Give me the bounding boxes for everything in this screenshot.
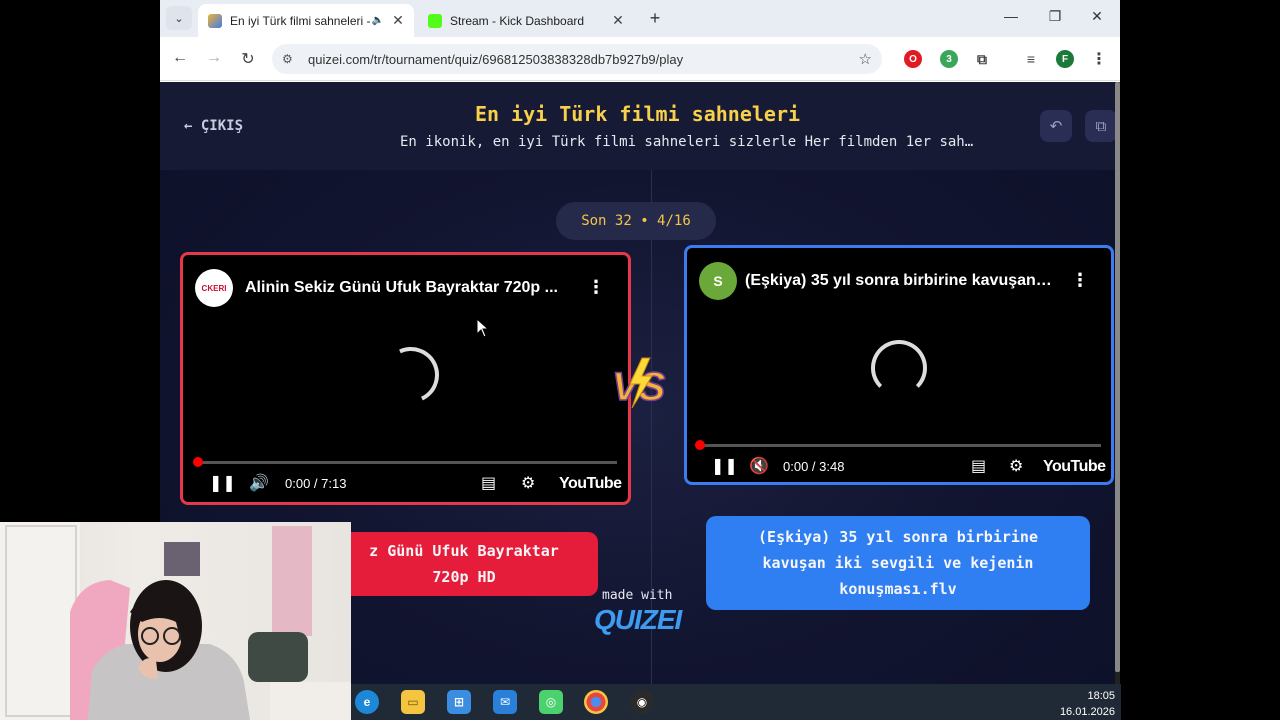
channel-avatar[interactable]: S: [699, 262, 737, 300]
video-time: 0:00 / 7:13: [285, 476, 347, 491]
youtube-logo[interactable]: YouTube: [559, 475, 622, 493]
progress-scrubber[interactable]: [695, 440, 705, 450]
obs-icon[interactable]: ◉: [630, 690, 654, 714]
scrollbar-thumb[interactable]: [1115, 82, 1120, 672]
choice-label-line: kavuşan iki sevgili ve kejenin: [762, 554, 1034, 572]
tab-search-button[interactable]: ⌄: [166, 6, 192, 30]
bookmark-star-icon[interactable]: ☆: [859, 50, 872, 68]
back-icon[interactable]: ←: [168, 49, 192, 67]
choice-label-line: (Eşkiya) 35 yıl sonra birbirine: [758, 528, 1038, 546]
video-time: 0:00 / 3:48: [783, 459, 845, 474]
tab-audio-icon[interactable]: 🔈: [372, 15, 384, 26]
page-scrollbar[interactable]: [1115, 82, 1120, 684]
pause-icon[interactable]: ❚❚: [209, 473, 236, 493]
quiz-header: [160, 82, 1115, 170]
vs-lightning-icon: VS: [611, 357, 666, 410]
tab-kick-dashboard[interactable]: Stream - Kick Dashboard ✕: [418, 4, 634, 37]
quizei-favicon-icon: [208, 13, 222, 28]
loading-spinner-icon: [871, 340, 927, 396]
chrome-icon[interactable]: [584, 690, 608, 714]
clock-time: 18:05: [1087, 690, 1115, 702]
pause-icon[interactable]: ❚❚: [711, 456, 738, 476]
close-tab-icon[interactable]: ✕: [388, 12, 408, 29]
close-window-icon[interactable]: ✕: [1082, 8, 1112, 25]
webcam-person-image: [0, 522, 351, 720]
settings-gear-icon[interactable]: ⚙: [521, 473, 535, 493]
quiz-subtitle: En ikonik, en iyi Türk filmi sahneleri s…: [400, 134, 974, 150]
round-indicator: Son 32 • 4/16: [556, 202, 716, 240]
youtube-logo[interactable]: YouTube: [1043, 458, 1106, 476]
forward-icon[interactable]: →: [202, 49, 226, 67]
tab-title: En iyi Türk filmi sahneleri - T: [230, 13, 372, 28]
app-icon[interactable]: ◎: [539, 690, 563, 714]
undo-icon[interactable]: ↶: [1040, 110, 1072, 142]
share-icon[interactable]: ⧉: [1085, 110, 1115, 142]
quiz-title: En iyi Türk filmi sahneleri: [474, 102, 801, 126]
profile-initial: F: [1061, 53, 1069, 65]
tab-quizei[interactable]: En iyi Türk filmi sahneleri - T 🔈 ✕: [198, 4, 414, 37]
system-clock[interactable]: 18:05 16.01.2026: [1060, 688, 1115, 720]
site-info-icon[interactable]: ⚙: [282, 52, 302, 66]
left-video-player[interactable]: CKERI Alinin Sekiz Günü Ufuk Bayraktar 7…: [180, 252, 631, 505]
browser-menu-icon[interactable]: ⋮: [1090, 50, 1108, 68]
quizei-logo[interactable]: QUIZEI: [594, 604, 682, 636]
edge-icon[interactable]: e: [355, 690, 379, 714]
video-title[interactable]: (Eşkiya) 35 yıl sonra birbirine kavuşan …: [745, 272, 1055, 290]
choice-label-line: 720p HD: [432, 568, 496, 586]
video-progress-bar[interactable]: [193, 457, 617, 467]
settings-gear-icon[interactable]: ⚙: [1009, 456, 1023, 476]
minimize-icon[interactable]: —: [996, 8, 1026, 24]
reload-icon[interactable]: ↻: [236, 49, 260, 69]
close-tab-icon[interactable]: ✕: [608, 12, 628, 29]
muted-volume-icon[interactable]: 🔇: [749, 456, 769, 476]
right-video-player[interactable]: S (Eşkiya) 35 yıl sonra birbirine kavuşa…: [684, 245, 1114, 485]
video-title[interactable]: Alinin Sekiz Günü Ufuk Bayraktar 720p ..…: [245, 279, 575, 297]
channel-avatar[interactable]: CKERI: [195, 269, 233, 307]
kick-favicon-icon: [428, 13, 442, 28]
windows-taskbar: e ▭ ⊞ ✉ ◎ ◉ 18:05 16.01.2026: [351, 684, 1121, 720]
choice-label-line: konuşması.flv: [839, 580, 957, 598]
made-with-label: made with: [602, 588, 673, 603]
new-tab-icon[interactable]: +: [644, 8, 666, 29]
progress-scrubber[interactable]: [193, 457, 203, 467]
mouse-cursor-icon: [476, 318, 490, 338]
reading-list-icon[interactable]: ≡: [1022, 50, 1040, 68]
webcam-overlay: [0, 522, 351, 720]
subtitles-icon[interactable]: ▤: [481, 473, 496, 493]
volume-icon[interactable]: 🔊: [249, 473, 269, 493]
video-menu-icon[interactable]: ⋮: [587, 277, 605, 298]
screen: ⌄ En iyi Türk filmi sahneleri - T 🔈 ✕ St…: [0, 0, 1280, 720]
video-progress-bar[interactable]: [695, 440, 1101, 450]
extensions-puzzle-icon[interactable]: ⧉: [973, 50, 991, 68]
tab-bar: ⌄ En iyi Türk filmi sahneleri - T 🔈 ✕ St…: [160, 0, 1120, 37]
loading-spinner-icon: [375, 339, 447, 411]
profile-avatar[interactable]: F: [1056, 50, 1074, 68]
clock-date: 16.01.2026: [1059, 706, 1115, 718]
file-explorer-icon[interactable]: ▭: [401, 690, 425, 714]
tab-title: Stream - Kick Dashboard: [450, 13, 585, 28]
restore-icon[interactable]: ❐: [1040, 8, 1070, 25]
choice-label-line: z Günü Ufuk Bayraktar: [369, 542, 559, 560]
address-bar[interactable]: ⚙ quizei.com/tr/tournament/quiz/69681250…: [272, 44, 882, 74]
subtitles-icon[interactable]: ▤: [971, 456, 986, 476]
url-text: quizei.com/tr/tournament/quiz/6968125038…: [308, 51, 684, 67]
choose-right-button[interactable]: (Eşkiya) 35 yıl sonra birbirine kavuşan …: [706, 516, 1090, 610]
mail-icon[interactable]: ✉: [493, 690, 517, 714]
extension-badge-count: 3: [946, 53, 952, 65]
extension-badge-icon[interactable]: 3: [940, 50, 958, 68]
browser-toolbar: ← → ↻ ⚙ quizei.com/tr/tournament/quiz/69…: [160, 37, 1120, 81]
microsoft-store-icon[interactable]: ⊞: [447, 690, 471, 714]
opera-extension-icon[interactable]: O: [904, 50, 922, 68]
video-menu-icon[interactable]: ⋮: [1071, 270, 1089, 291]
